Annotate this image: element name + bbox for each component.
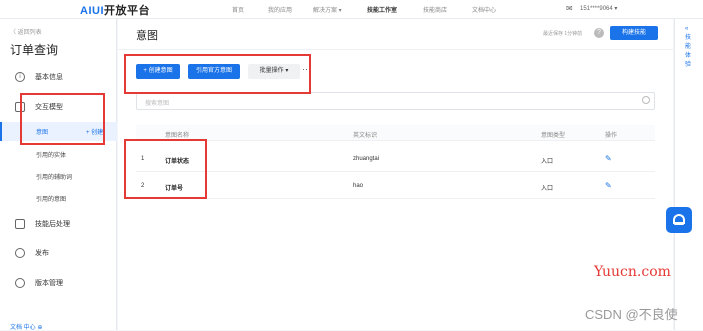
column-header-english: 英文标识	[353, 133, 378, 139]
highlight-box	[124, 139, 207, 199]
watermark-csdn: CSDN @不良使	[585, 307, 678, 322]
build-skill-button[interactable]: 构建技能	[610, 26, 658, 40]
nav-skill-store[interactable]: 技能商店	[423, 5, 447, 14]
sidebar-item-post-processing[interactable]: 技能后处理	[15, 219, 70, 229]
search-input[interactable]: 搜索意图	[136, 92, 655, 110]
column-header-name: 意图名称	[165, 133, 190, 139]
skill-title: 订单查询	[10, 43, 59, 57]
highlight-box	[20, 93, 105, 145]
nav-my-apps[interactable]: 我的应用	[268, 5, 292, 14]
sidebar-item-publish[interactable]: 发布	[15, 248, 49, 258]
sidebar-item-basic-info[interactable]: i 基本信息	[15, 72, 63, 82]
nav-skill-studio[interactable]: 技能工作室	[367, 5, 397, 14]
info-icon: i	[15, 72, 25, 82]
bell-icon	[15, 248, 25, 258]
help-icon[interactable]: ?	[594, 28, 604, 38]
page-title: 意图	[136, 30, 158, 42]
back-link[interactable]: 〈 返回列表	[10, 27, 42, 36]
column-header-type: 意图类型	[541, 133, 566, 139]
sidebar-item-versions[interactable]: 版本管理	[15, 278, 63, 288]
sidebar-sub-entities[interactable]: 引用的实体	[36, 150, 66, 159]
table-header	[136, 125, 655, 141]
skill-experience-panel[interactable]: « 技能体验	[674, 19, 703, 330]
logo[interactable]: AIUI开放平台	[80, 2, 150, 18]
nav-home[interactable]: 首页	[232, 5, 244, 14]
code-icon	[15, 219, 25, 229]
sidebar-sub-aux-words[interactable]: 引用的辅助词	[36, 172, 72, 181]
header-divider	[118, 49, 673, 50]
sidebar: 〈 返回列表 订单查询 i 基本信息 交互模型 意图 + 创建 引用的实体 引用的…	[0, 19, 117, 331]
highlight-box	[124, 54, 311, 94]
customer-service-button[interactable]	[666, 207, 692, 233]
skill-experience-label[interactable]: « 技能体验	[685, 25, 693, 70]
column-header-actions: 操作	[605, 133, 618, 139]
table-row[interactable]: 1 订单状态 zhuangtai 入口 ✎	[136, 146, 655, 172]
edit-icon[interactable]: ✎	[605, 154, 612, 163]
sidebar-sub-ref-intents[interactable]: 引用的意图	[36, 194, 66, 203]
save-status: 最近保存 1分钟前	[543, 31, 583, 37]
clock-icon	[15, 278, 25, 288]
top-bar: AIUI开放平台 首页 我的应用 解决方案 ▾ 技能工作室 技能商店 文档中心 …	[0, 0, 703, 19]
table-row[interactable]: 2 订单号 hao 入口 ✎	[136, 173, 655, 199]
edit-icon[interactable]: ✎	[605, 181, 612, 190]
user-account[interactable]: 151****9064 ▾	[580, 5, 617, 12]
search-icon	[642, 96, 650, 104]
watermark-site: Yuucn.com	[594, 264, 671, 280]
nav-docs[interactable]: 文档中心	[472, 5, 496, 14]
mail-icon[interactable]: ✉	[566, 4, 573, 13]
nav-solutions[interactable]: 解决方案 ▾	[313, 5, 342, 14]
